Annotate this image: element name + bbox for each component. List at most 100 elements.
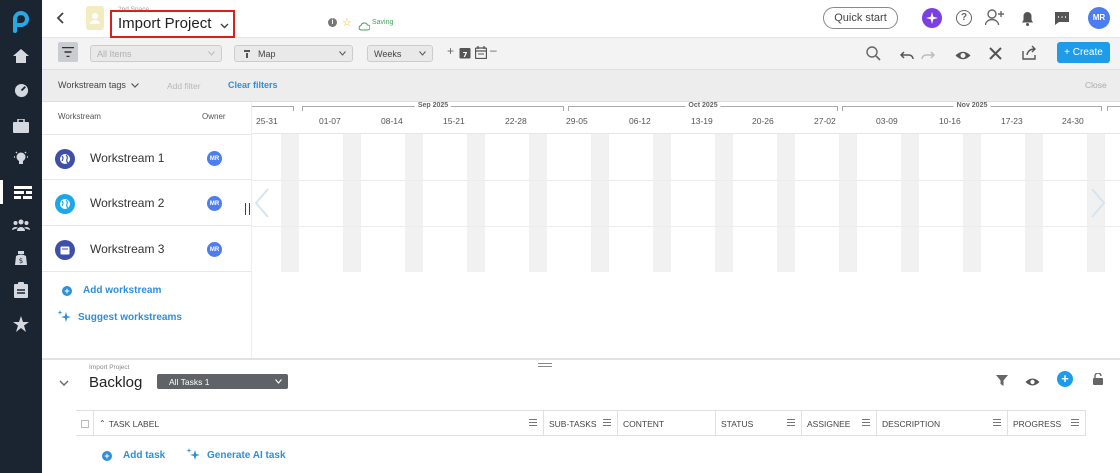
column-menu-icon [862, 419, 870, 426]
owner-avatar[interactable]: MR [207, 196, 222, 211]
calendar-range-icon[interactable] [474, 46, 488, 64]
star-icon[interactable]: ☆ [342, 16, 352, 29]
backlog-eye-icon[interactable] [1025, 374, 1040, 392]
saving-status: Saving [372, 19, 394, 26]
filter-icon [62, 47, 74, 57]
create-button[interactable]: + Create [1057, 42, 1110, 63]
plus-circle-icon: + [62, 285, 72, 296]
week-label: 25-31 [256, 116, 278, 126]
redo-icon[interactable] [921, 48, 936, 66]
workstream-name: Workstream 2 [90, 196, 165, 210]
time-scale-value: Weeks [374, 48, 402, 59]
panel-drag-handle[interactable] [538, 363, 552, 367]
owner-avatar[interactable]: MR [207, 151, 222, 166]
add-user-icon[interactable] [984, 9, 1005, 31]
close-filter-button[interactable]: Close [1085, 80, 1107, 90]
column-header[interactable]: ⌃ Task Label [94, 411, 544, 436]
column-header[interactable]: Status [716, 411, 802, 436]
weekend-column [777, 134, 795, 272]
bell-icon[interactable] [1021, 11, 1034, 31]
week-label: 29-05 [566, 116, 588, 126]
collapse-chevron-icon[interactable] [59, 374, 69, 392]
column-header[interactable]: Description [877, 411, 1008, 436]
column-menu-icon [993, 419, 1001, 426]
space-avatar[interactable] [86, 6, 104, 30]
column-menu-icon [529, 419, 537, 426]
scroll-right-chevron-icon[interactable] [1090, 188, 1106, 223]
chevron-down-icon [275, 379, 282, 384]
favorites-star-icon[interactable] [0, 312, 42, 336]
user-avatar[interactable]: MR [1088, 7, 1110, 29]
time-scale-select[interactable]: Weeks [367, 45, 433, 62]
column-header[interactable]: Sub-Tasks [544, 411, 618, 436]
month-header: Nov 2025 [842, 102, 1102, 112]
chevron-down-icon [220, 17, 229, 35]
help-icon[interactable]: ? [956, 10, 972, 26]
chevron-down-icon [208, 51, 215, 56]
lock-icon[interactable] [1092, 372, 1104, 390]
tools-icon[interactable] [988, 46, 1003, 66]
tasks-icon[interactable] [0, 278, 42, 302]
workstream-tags-dropdown[interactable]: Workstream tags [58, 80, 139, 90]
share-icon[interactable] [1022, 45, 1037, 65]
workstream-row[interactable]: Workstream 3 MR [42, 226, 252, 272]
generate-ai-task-button[interactable]: Generate AI task [186, 448, 286, 462]
today-calendar-icon[interactable]: 7 [459, 46, 471, 64]
workstream-row[interactable]: Workstream 1 MR [42, 134, 252, 180]
week-label: 10-16 [939, 116, 961, 126]
items-select[interactable]: All Items [90, 45, 222, 62]
budget-icon[interactable]: $ [0, 246, 42, 270]
add-workstream-button[interactable]: + Add workstream [62, 285, 161, 296]
backlog-filter-icon[interactable] [996, 373, 1008, 391]
resize-handle[interactable] [245, 203, 250, 215]
filter-button[interactable] [58, 42, 78, 62]
column-header[interactable]: Content [618, 411, 716, 436]
zoom-out-icon[interactable]: – [490, 43, 497, 57]
search-icon[interactable] [866, 46, 881, 66]
project-title-dropdown[interactable]: Import Project [110, 10, 235, 38]
roadmap-icon[interactable] [0, 180, 42, 204]
week-label: 13-19 [691, 116, 713, 126]
select-all-checkbox[interactable] [76, 411, 94, 436]
clear-filters-button[interactable]: Clear filters [228, 80, 278, 90]
column-menu-icon [1071, 419, 1079, 426]
weekend-column [715, 134, 733, 272]
briefcase-icon[interactable] [0, 114, 42, 138]
undo-icon[interactable] [899, 48, 914, 66]
app-logo-icon[interactable] [0, 8, 42, 36]
team-icon[interactable] [0, 213, 42, 237]
info-icon[interactable]: i [328, 18, 337, 27]
back-chevron-icon[interactable] [52, 10, 68, 26]
column-header[interactable]: Assignee [802, 411, 877, 436]
suggest-workstreams-button[interactable]: Suggest workstreams [57, 310, 182, 324]
ai-sparkle-button[interactable] [922, 8, 942, 28]
weekend-column [653, 134, 671, 272]
chat-icon[interactable] [1054, 11, 1070, 31]
sparkle-icon [926, 12, 938, 24]
week-label: 08-14 [381, 116, 403, 126]
dashboard-icon[interactable] [0, 78, 42, 102]
svg-text:$: $ [19, 257, 23, 265]
home-icon[interactable] [0, 44, 42, 68]
column-header[interactable]: Progress [1008, 411, 1086, 436]
workstream-list: Workstream Owner Workstream 1 MR Workstr… [42, 102, 252, 358]
workstream-row[interactable]: Workstream 2 MR [42, 180, 252, 226]
weekend-column [405, 134, 423, 272]
add-task-label: Add task [123, 450, 166, 461]
add-task-button[interactable]: + Add task [102, 450, 165, 461]
idea-bulb-icon[interactable] [0, 146, 42, 170]
view-select[interactable]: Map [234, 45, 353, 62]
quick-start-button[interactable]: Quick start [823, 7, 898, 29]
map-view-icon [244, 49, 250, 58]
tasks-filter-select[interactable]: All Tasks 1 [157, 374, 288, 389]
zoom-in-icon[interactable]: + [447, 44, 454, 58]
week-label: 06-12 [629, 116, 651, 126]
scroll-left-chevron-icon[interactable] [254, 188, 270, 223]
calendar-icon [55, 240, 75, 260]
eye-icon[interactable] [955, 48, 971, 66]
owner-avatar[interactable]: MR [207, 242, 222, 257]
month-header [1107, 102, 1120, 112]
left-navigation: $ [0, 0, 42, 473]
add-filter-button[interactable]: Add filter [167, 81, 201, 91]
add-task-circle-button[interactable]: + [1057, 371, 1073, 387]
